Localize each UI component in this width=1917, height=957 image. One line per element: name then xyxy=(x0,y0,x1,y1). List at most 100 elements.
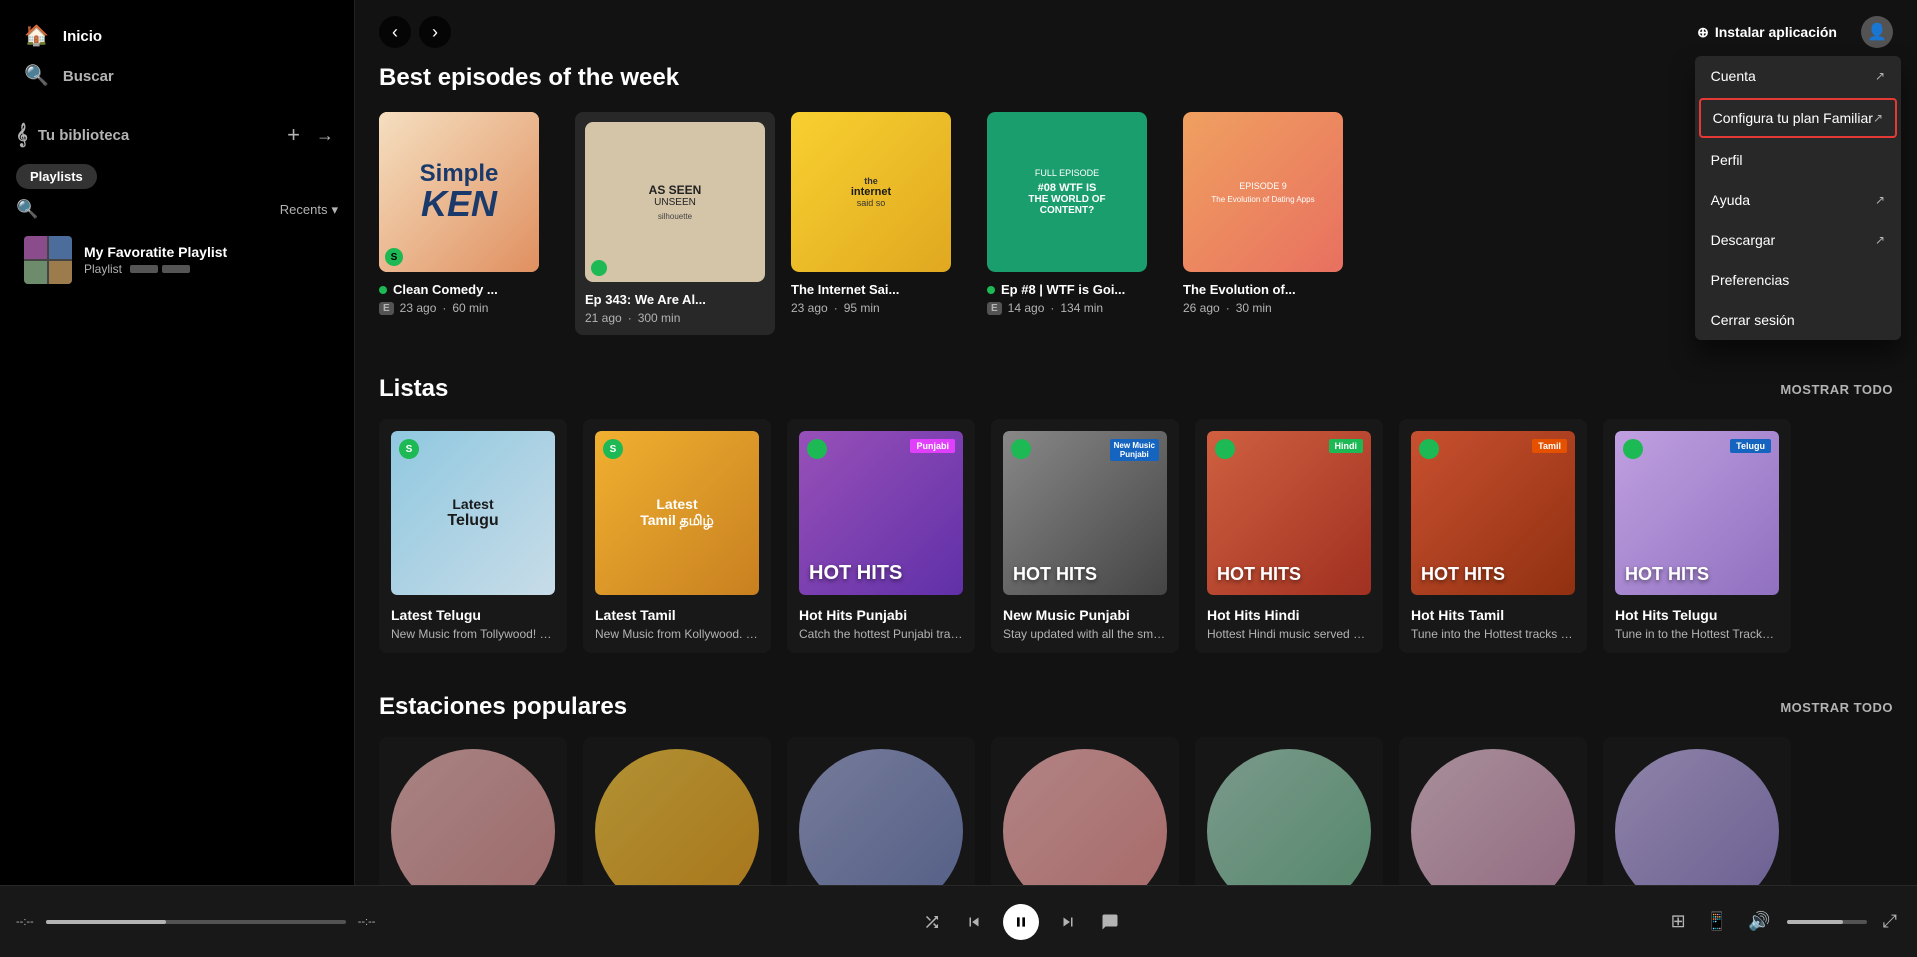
install-label: Instalar aplicación xyxy=(1715,24,1837,40)
episode-card[interactable]: Simple KEN S Clean Comedy ... xyxy=(379,112,559,335)
new-dot xyxy=(987,286,995,294)
playlist-thumb-grid xyxy=(24,236,72,284)
listas-show-all[interactable]: Mostrar todo xyxy=(1780,382,1893,397)
episode-card[interactable]: FULL EPISODE #08 WTF IS THE WORLD OF CON… xyxy=(987,112,1167,335)
playlists-tag[interactable]: Playlists xyxy=(16,164,97,189)
dropdown-menu: Cuenta ↗ Configura tu plan Familiar ↗ Pe… xyxy=(1695,56,1901,340)
player-center xyxy=(771,904,1271,940)
episode-title-text: Ep #8 | WTF is Goi... xyxy=(1001,282,1125,297)
episode-date: 21 ago xyxy=(585,311,622,325)
station-card[interactable]: Sidhu Moose Wala xyxy=(583,737,771,885)
playlist-card[interactable]: Telugu HOT HITS Hot Hits Telugu Tune in … xyxy=(1603,419,1791,653)
station-thumb xyxy=(1207,749,1371,885)
dropdown-item-cerrar[interactable]: Cerrar sesión xyxy=(1695,300,1901,340)
thumb-ken: Simple KEN S xyxy=(379,112,539,272)
search-library-icon[interactable]: 🔍 xyxy=(16,199,38,220)
thumb-cell xyxy=(24,261,47,284)
library-icon: 𝄞 xyxy=(16,124,28,147)
sidebar-item-buscar[interactable]: 🔍 Buscar xyxy=(12,56,342,96)
arrow-library-button[interactable]: → xyxy=(312,121,338,150)
episode-meta: 26 ago · 30 min xyxy=(1183,301,1363,315)
episode-duration: 95 min xyxy=(844,301,880,315)
episode-title-text: The Internet Sai... xyxy=(791,282,899,297)
station-card[interactable]: Jubin Nautiyal xyxy=(1195,737,1383,885)
recents-sort[interactable]: Recents ▾ xyxy=(280,202,338,218)
thumb-unseen: AS SEEN UNSEEN silhouette xyxy=(585,122,765,282)
playlists-tag-container: Playlists xyxy=(16,164,338,189)
episode-badge: E xyxy=(987,302,1002,315)
dropdown-item-perfil[interactable]: Perfil xyxy=(1695,140,1901,180)
episode-date: 23 ago xyxy=(791,301,828,315)
install-app-button[interactable]: ⊕ Instalar aplicación xyxy=(1685,18,1849,47)
devices-button[interactable]: 📱 xyxy=(1702,907,1732,936)
playlist-card[interactable]: New MusicPunjabi HOT HITS New Music Punj… xyxy=(991,419,1179,653)
station-card[interactable]: Arijit Singh xyxy=(379,737,567,885)
episode-duration: 300 min xyxy=(638,311,681,325)
external-link-icon: ↗ xyxy=(1875,233,1885,247)
install-icon: ⊕ xyxy=(1697,24,1709,41)
lyrics-button[interactable] xyxy=(1097,909,1123,935)
playlist-type: Playlist xyxy=(84,262,122,276)
user-avatar[interactable]: 👤 xyxy=(1861,16,1893,48)
back-button[interactable]: ‹ xyxy=(379,16,411,48)
station-card[interactable]: Pritam xyxy=(1399,737,1587,885)
volume-icon[interactable]: 🔊 xyxy=(1744,907,1774,936)
episode-card-active[interactable]: AS SEEN UNSEEN silhouette Ep 343: We Are… xyxy=(575,112,775,335)
station-card[interactable]: Yo Yo Honey Singh xyxy=(1603,737,1791,885)
sidebar-nav: 🏠 Inicio 🔍 Buscar xyxy=(0,0,354,104)
nav-arrows: ‹ › xyxy=(379,16,451,48)
library-search-bar: 🔍 Recents ▾ xyxy=(0,199,354,228)
episode-meta: E 23 ago · 60 min xyxy=(379,301,559,315)
playlist-card-desc: Stay updated with all the smashing new..… xyxy=(1003,627,1167,641)
listas-header: Listas Mostrar todo xyxy=(379,375,1893,403)
forward-button[interactable]: › xyxy=(419,16,451,48)
station-card[interactable]: AP Dhillon xyxy=(787,737,975,885)
player-bar: --:-- --:-- ⊞ 📱 🔊 xyxy=(0,885,1917,957)
dropdown-item-ayuda[interactable]: Ayuda ↗ xyxy=(1695,180,1901,220)
queue-button[interactable]: ⊞ xyxy=(1667,907,1690,936)
main-progress-track[interactable] xyxy=(46,920,346,924)
library-title[interactable]: 𝄞 Tu biblioteca xyxy=(16,124,129,147)
playlist-item[interactable]: My Favoratite Playlist Playlist xyxy=(8,228,346,292)
station-card[interactable]: KK xyxy=(991,737,1179,885)
sidebar: 🏠 Inicio 🔍 Buscar 𝄞 Tu biblioteca + → xyxy=(0,0,355,885)
dropdown-item-descargar[interactable]: Descargar ↗ xyxy=(1695,220,1901,260)
play-pause-button[interactable] xyxy=(1003,904,1039,940)
episode-title: The Internet Sai... xyxy=(791,282,971,297)
volume-bar[interactable] xyxy=(1787,920,1867,924)
playlist-card[interactable]: S Latest Telugu Latest Telugu New Music … xyxy=(379,419,567,653)
episode-card[interactable]: EPISODE 9 The Evolution of Dating Apps T… xyxy=(1183,112,1363,335)
dropdown-item-cuenta[interactable]: Cuenta ↗ xyxy=(1695,56,1901,96)
fullscreen-button[interactable]: ⤢ xyxy=(1879,907,1901,936)
episode-meta: 21 ago · 300 min xyxy=(585,311,765,325)
shuffle-button[interactable] xyxy=(919,909,945,935)
estaciones-show-all[interactable]: Mostrar todo xyxy=(1780,700,1893,715)
episode-sep: · xyxy=(442,301,446,315)
playlist-card[interactable]: Hindi HOT HITS Hot Hits Hindi Hottest Hi… xyxy=(1195,419,1383,653)
episode-duration: 30 min xyxy=(1236,301,1272,315)
playlist-info: My Favoratite Playlist Playlist xyxy=(84,244,227,276)
dropdown-item-preferencias[interactable]: Preferencias xyxy=(1695,260,1901,300)
playlist-card-title: New Music Punjabi xyxy=(1003,607,1167,623)
episode-meta: E 14 ago · 134 min xyxy=(987,301,1167,315)
best-episodes-title: Best episodes of the week xyxy=(379,64,1893,92)
dropdown-item-label: Perfil xyxy=(1711,152,1743,168)
episode-title-text: The Evolution of... xyxy=(1183,282,1296,297)
next-button[interactable] xyxy=(1055,909,1081,935)
player-left: --:-- --:-- xyxy=(16,916,375,928)
sidebar-item-label: Buscar xyxy=(63,68,114,85)
external-link-icon: ↗ xyxy=(1875,69,1885,83)
sidebar-item-inicio[interactable]: 🏠 Inicio xyxy=(12,16,342,56)
top-bar-right: ⊕ Instalar aplicación 👤 xyxy=(1685,16,1893,48)
add-library-button[interactable]: + xyxy=(283,118,304,152)
playlist-card[interactable]: S Latest Tamil தமிழ் Latest Tamil New Mu… xyxy=(583,419,771,653)
episode-card[interactable]: the internet said so The Internet Sai...… xyxy=(791,112,971,335)
recents-chevron: ▾ xyxy=(331,202,338,218)
dropdown-item-familiar[interactable]: Configura tu plan Familiar ↗ xyxy=(1699,98,1897,138)
playlist-card[interactable]: Tamil HOT HITS Hot Hits Tamil Tune into … xyxy=(1399,419,1587,653)
previous-button[interactable] xyxy=(961,909,987,935)
playlist-card-title: Hot Hits Punjabi xyxy=(799,607,963,623)
playlist-card[interactable]: Punjabi HOT HITS Hot Hits Punjabi Catch … xyxy=(787,419,975,653)
playlist-card-thumb: New MusicPunjabi HOT HITS xyxy=(1003,431,1167,595)
playlist-card-desc: Tune into the Hottest tracks of Kollywoo… xyxy=(1411,627,1575,641)
